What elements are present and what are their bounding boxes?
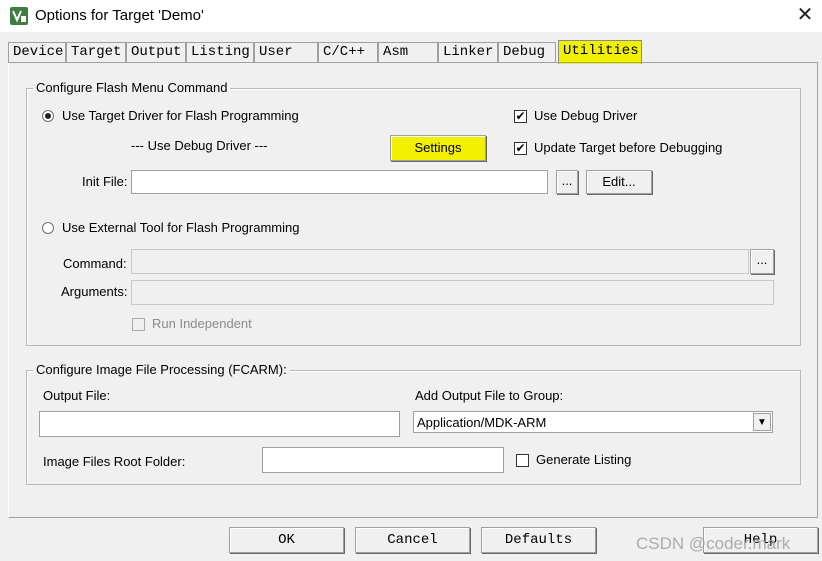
settings-button[interactable]: Settings <box>390 135 486 161</box>
root-folder-label: Image Files Root Folder: <box>43 454 186 469</box>
tab-device[interactable]: Device <box>8 42 66 62</box>
command-label: Command: <box>63 256 127 271</box>
command-browse-button[interactable]: ... <box>750 249 774 274</box>
defaults-button[interactable]: Defaults <box>481 527 596 553</box>
tab-target[interactable]: Target <box>66 42 126 62</box>
use-external-tool-label: Use External Tool for Flash Programming <box>62 220 300 235</box>
tab-listing[interactable]: Listing <box>186 42 254 62</box>
ok-button[interactable]: OK <box>229 527 344 553</box>
output-file-input[interactable] <box>39 411 400 437</box>
tab-linker[interactable]: Linker <box>438 42 498 62</box>
close-icon[interactable]: ✕ <box>792 2 818 28</box>
init-file-label: Init File: <box>82 174 128 189</box>
init-file-browse-button[interactable]: ... <box>556 170 578 194</box>
use-debug-driver-checkbox[interactable]: ✔ <box>514 110 527 123</box>
add-output-group-label: Add Output File to Group: <box>415 388 564 403</box>
chevron-down-icon[interactable]: ▼ <box>753 413 771 431</box>
flash-command-group <box>26 88 801 346</box>
update-target-label: Update Target before Debugging <box>534 140 723 155</box>
tab-c-cpp[interactable]: C/C++ <box>318 42 378 62</box>
run-independent-checkbox[interactable] <box>132 318 145 331</box>
tab-output[interactable]: Output <box>126 42 186 62</box>
output-group-select[interactable]: Application/MDK-ARM ▼ <box>413 411 773 433</box>
use-debug-driver-text: --- Use Debug Driver --- <box>131 138 268 153</box>
init-file-input[interactable] <box>131 170 548 194</box>
arguments-input[interactable] <box>131 280 774 305</box>
image-group-legend: Configure Image File Processing (FCARM): <box>33 362 290 377</box>
tab-asm[interactable]: Asm <box>378 42 438 62</box>
update-target-checkbox[interactable]: ✔ <box>514 142 527 155</box>
tab-user[interactable]: User <box>254 42 318 62</box>
arguments-label: Arguments: <box>61 284 128 299</box>
tab-strip: Device Target Output Listing User C/C++ … <box>8 40 818 64</box>
command-input[interactable] <box>131 249 749 274</box>
edit-button[interactable]: Edit... <box>586 170 652 194</box>
use-target-driver-label: Use Target Driver for Flash Programming <box>62 108 299 123</box>
run-independent-label: Run Independent <box>152 316 252 331</box>
use-external-tool-radio[interactable] <box>42 222 54 234</box>
cancel-button[interactable]: Cancel <box>355 527 470 553</box>
watermark-text: CSDN @coder.mark <box>636 534 791 553</box>
root-folder-input[interactable] <box>262 447 504 473</box>
generate-listing-label: Generate Listing <box>536 452 632 467</box>
output-file-label: Output File: <box>43 388 111 403</box>
generate-listing-checkbox[interactable] <box>516 454 529 467</box>
use-debug-driver-label: Use Debug Driver <box>534 108 638 123</box>
tab-utilities[interactable]: Utilities <box>558 40 642 64</box>
flash-group-legend: Configure Flash Menu Command <box>33 80 231 95</box>
window-title: Options for Target 'Demo' <box>35 7 204 24</box>
tab-debug[interactable]: Debug <box>498 42 556 62</box>
output-group-selected: Application/MDK-ARM <box>417 415 547 430</box>
keil-app-icon <box>10 7 28 25</box>
use-target-driver-radio[interactable] <box>42 110 54 122</box>
